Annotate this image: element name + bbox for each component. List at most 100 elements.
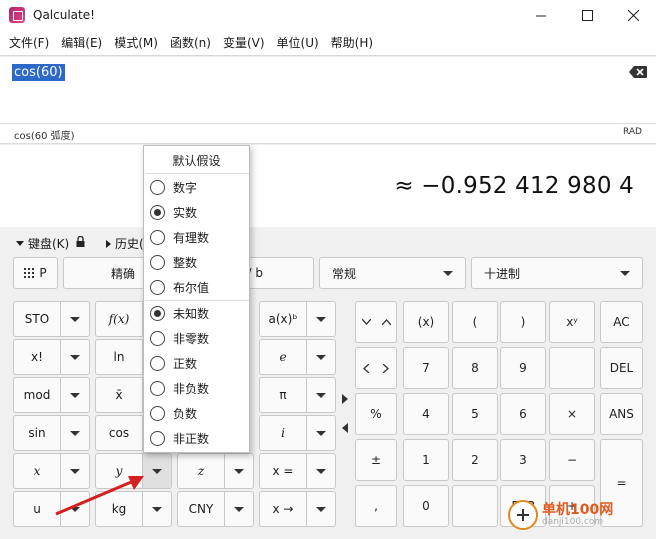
digit-8-button[interactable]: 8 (452, 347, 498, 389)
chevron-up-icon (381, 319, 391, 325)
power-fn-button[interactable]: a(x)ᵇ (259, 301, 336, 337)
backspace-clear-icon[interactable] (629, 66, 647, 78)
mod-dropdown[interactable] (61, 378, 89, 412)
multiply-button[interactable]: × (549, 393, 595, 435)
comma-button[interactable]: , (355, 485, 397, 527)
convert-label[interactable]: x → (260, 492, 307, 526)
percent-button[interactable]: % (355, 393, 397, 435)
menu-units[interactable]: 单位(U) (271, 34, 325, 51)
digit-9-button[interactable]: 9 (500, 347, 546, 389)
close-paren-button[interactable]: ) (500, 301, 546, 343)
menu-functions[interactable]: 函数(n) (164, 34, 217, 51)
assign-dropdown[interactable] (307, 454, 335, 488)
euler-e-label[interactable]: e (260, 340, 307, 374)
menu-mode[interactable]: 模式(M) (108, 34, 164, 51)
collapse-left-icon[interactable] (342, 423, 348, 433)
power-fn-dropdown[interactable] (307, 302, 335, 336)
var-z-dropdown[interactable] (225, 454, 253, 488)
sto-button[interactable]: STO (13, 301, 90, 337)
assumption-number[interactable]: 数字 (150, 176, 197, 198)
history-toggle[interactable]: 历史( (106, 235, 144, 252)
display-mode-select[interactable]: 常规 (319, 257, 466, 289)
digit-1-button[interactable]: 1 (403, 439, 449, 481)
assumption-integer[interactable]: 整数 (150, 251, 197, 273)
digit-6-button[interactable]: 6 (500, 393, 546, 435)
fx-label[interactable]: f(x) (96, 302, 143, 336)
imaginary-i-label[interactable]: i (260, 416, 307, 450)
minus-button[interactable]: − (549, 439, 595, 481)
expression-text[interactable]: cos(60) (12, 64, 65, 81)
maximize-button[interactable] (564, 0, 610, 30)
delete-button[interactable]: DEL (600, 347, 643, 389)
pi-dropdown[interactable] (307, 378, 335, 412)
history-nav-button[interactable] (355, 301, 397, 343)
digit-4-button[interactable]: 4 (403, 393, 449, 435)
assumption-nonpositive[interactable]: 非正数 (150, 427, 209, 449)
currency-label[interactable]: CNY (178, 492, 225, 526)
sin-label[interactable]: sin (14, 416, 61, 450)
convert-dropdown[interactable] (307, 492, 335, 526)
menu-variables[interactable]: 变量(V) (217, 34, 271, 51)
sto-dropdown[interactable] (61, 302, 89, 336)
var-z-label[interactable]: z (178, 454, 225, 488)
var-z-button[interactable]: z (177, 453, 254, 489)
digit-3-button[interactable]: 3 (500, 439, 546, 481)
sin-button[interactable]: sin (13, 415, 90, 451)
sto-label[interactable]: STO (14, 302, 61, 336)
pi-button[interactable]: π (259, 377, 336, 413)
pi-label[interactable]: π (260, 378, 307, 412)
assumption-real[interactable]: 实数 (150, 201, 197, 223)
sin-dropdown[interactable] (61, 416, 89, 450)
cursor-nav-button[interactable] (355, 347, 397, 389)
digit-0-button[interactable]: 0 (403, 485, 449, 527)
mod-button[interactable]: mod (13, 377, 90, 413)
mean-label[interactable]: x̄ (96, 378, 143, 412)
factorial-button[interactable]: x! (13, 339, 90, 375)
currency-button[interactable]: CNY (177, 491, 254, 527)
convert-button[interactable]: x → (259, 491, 336, 527)
assumption-positive[interactable]: 正数 (150, 352, 197, 374)
expand-right-icon[interactable] (342, 394, 348, 404)
lock-icon[interactable] (76, 236, 85, 247)
maximize-icon (581, 9, 593, 21)
answer-button[interactable]: ANS (600, 393, 643, 435)
menu-file[interactable]: 文件(F) (3, 34, 55, 51)
assumption-nonzero[interactable]: 非零数 (150, 327, 209, 349)
menu-edit[interactable]: 编辑(E) (55, 34, 108, 51)
all-clear-button[interactable]: AC (600, 301, 643, 343)
negate-button[interactable]: ± (355, 439, 397, 481)
power-fn-label[interactable]: a(x)ᵇ (260, 302, 307, 336)
imaginary-i-dropdown[interactable] (307, 416, 335, 450)
assumption-nonnegative[interactable]: 非负数 (150, 377, 209, 399)
minimize-button[interactable] (518, 0, 564, 30)
assumption-boolean[interactable]: 布尔值 (150, 276, 209, 298)
factorial-label[interactable]: x! (14, 340, 61, 374)
open-paren-button[interactable]: ( (452, 301, 498, 343)
assumption-negative[interactable]: 负数 (150, 402, 197, 424)
assumption-rational[interactable]: 有理数 (150, 226, 209, 248)
keyboard-toggle[interactable]: 键盘(K) (16, 235, 69, 252)
imaginary-i-button[interactable]: i (259, 415, 336, 451)
euler-e-button[interactable]: e (259, 339, 336, 375)
expression-input[interactable]: cos(60) (0, 57, 656, 123)
digit-5-button[interactable]: 5 (452, 393, 498, 435)
divide-button[interactable] (549, 347, 595, 389)
parenthesize-button[interactable]: (x) (403, 301, 449, 343)
assumption-unknown[interactable]: 未知数 (150, 302, 209, 324)
digit-2-button[interactable]: 2 (452, 439, 498, 481)
keypad-menu-button[interactable]: P (13, 257, 58, 289)
decimal-button[interactable] (452, 485, 498, 527)
menu-help[interactable]: 帮助(H) (325, 34, 379, 51)
cos-label[interactable]: cos (96, 416, 143, 450)
assign-label[interactable]: x = (260, 454, 307, 488)
currency-dropdown[interactable] (225, 492, 253, 526)
assign-button[interactable]: x = (259, 453, 336, 489)
euler-e-dropdown[interactable] (307, 340, 335, 374)
number-base-select[interactable]: 十进制 (471, 257, 643, 289)
digit-7-button[interactable]: 7 (403, 347, 449, 389)
ln-label[interactable]: ln (96, 340, 143, 374)
mod-label[interactable]: mod (14, 378, 61, 412)
factorial-dropdown[interactable] (61, 340, 89, 374)
close-button[interactable] (610, 0, 656, 30)
power-button[interactable]: xʸ (549, 301, 595, 343)
